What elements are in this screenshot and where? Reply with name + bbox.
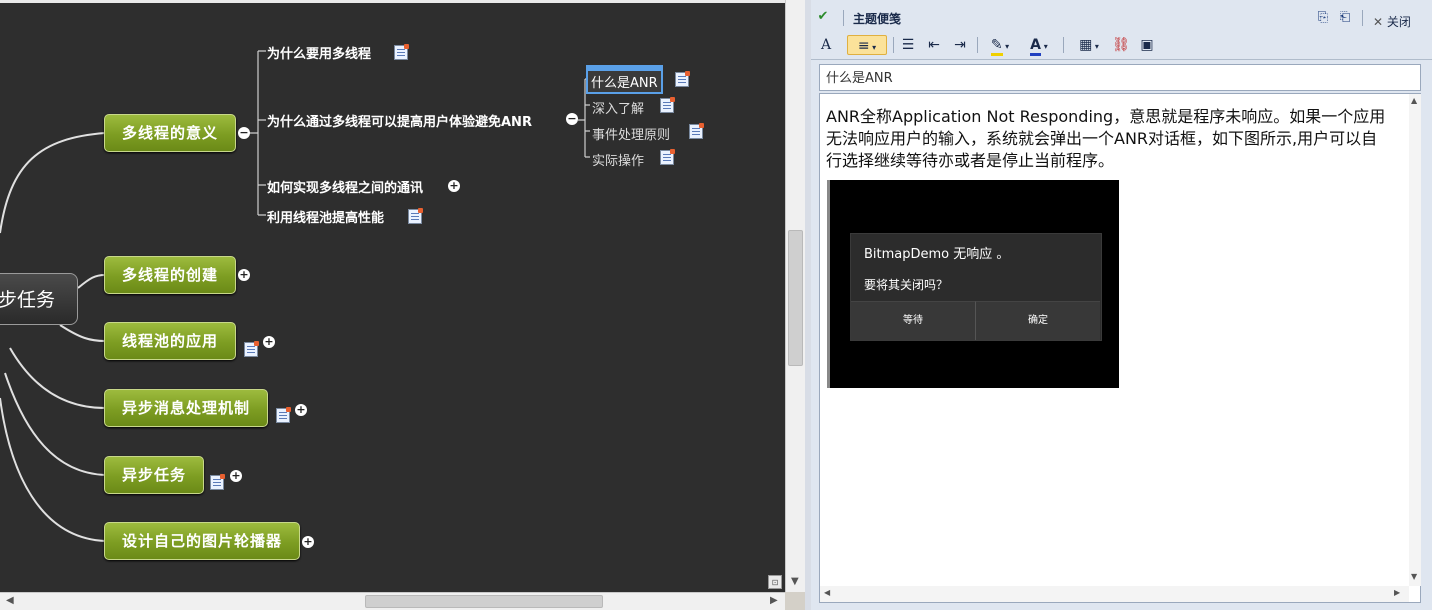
scroll-left-icon[interactable]: ◀: [6, 595, 14, 606]
expand-toggle[interactable]: +: [448, 180, 460, 192]
subtopic[interactable]: 实际操作: [592, 150, 644, 169]
table-icon[interactable]: ▦ ▾: [1074, 35, 1104, 55]
branch-label: 线程池的应用: [122, 332, 219, 350]
dialog-message: 要将其关闭吗？: [864, 278, 949, 292]
export-icon[interactable]: ⎘: [1315, 10, 1331, 26]
branch-node[interactable]: 异步消息处理机制: [104, 389, 269, 427]
branch-node[interactable]: 多线程的创建: [104, 256, 237, 294]
note-icon[interactable]: [408, 208, 423, 224]
scroll-down-icon[interactable]: ▼: [1411, 572, 1417, 581]
apply-icon[interactable]: ✔: [815, 9, 831, 25]
leaf-topic[interactable]: 为什么要用多线程: [267, 43, 371, 62]
close-icon: ✕: [1373, 15, 1387, 29]
connector-lines: [0, 50, 590, 542]
formatting-toolbar: A ≡ ▾ ☰ ⇤ ⇥ ✎ ▾ A ▾ ▦ ▾ ⛓ ▣: [811, 31, 1432, 60]
note-icon[interactable]: [244, 341, 259, 357]
expand-toggle[interactable]: +: [302, 536, 314, 548]
anr-dialog: BitmapDemo 无响应 。 要将其关闭吗？ 等待 确定: [850, 233, 1102, 341]
note-editor[interactable]: ANR全称Application Not Responding，意思就是程序未响…: [819, 93, 1421, 603]
branch-label: 异步任务: [122, 466, 187, 484]
subtopic[interactable]: 深入了解: [592, 98, 644, 117]
scroll-down-icon[interactable]: ▼: [791, 576, 799, 587]
branch-node[interactable]: 多线程的意义: [104, 114, 237, 152]
outdent-icon[interactable]: ⇤: [925, 35, 943, 55]
hyperlink-icon[interactable]: ⛓: [1111, 35, 1131, 55]
font-icon[interactable]: A: [818, 35, 834, 55]
highlight-icon[interactable]: ✎ ▾: [985, 35, 1015, 56]
leaf-topic[interactable]: 为什么通过多线程可以提高用户体验避免ANR: [267, 111, 532, 130]
expand-toggle[interactable]: +: [230, 470, 242, 482]
panel-title: 主题便笺: [853, 12, 902, 26]
panel-titlebar: ✔ 主题便笺 ⎘ ⎗ ✕ 关闭: [811, 5, 1432, 31]
branch-label: 异步消息处理机制: [122, 399, 251, 417]
align-left-button[interactable]: ≡ ▾: [847, 35, 887, 55]
subtopic[interactable]: 事件处理原则: [592, 124, 670, 143]
divider: [843, 10, 844, 26]
indent-icon[interactable]: ⇥: [951, 35, 969, 55]
scroll-right-icon[interactable]: ▶: [770, 595, 778, 606]
editor-vertical-scrollbar[interactable]: ▲ ▼: [1409, 94, 1421, 586]
divider: [893, 37, 894, 53]
scroll-up-icon[interactable]: ▲: [1411, 96, 1417, 105]
selected-subtopic[interactable]: 什么是ANR: [586, 65, 663, 94]
expand-toggle[interactable]: +: [263, 336, 275, 348]
canvas-vertical-scrollbar[interactable]: ▼: [785, 0, 805, 592]
divider: [1063, 37, 1064, 53]
divider: [1362, 10, 1363, 26]
divider: [977, 37, 978, 53]
ok-button: 确定: [976, 301, 1100, 340]
note-icon[interactable]: [675, 71, 690, 87]
zoom-corner-icon[interactable]: ⊡: [768, 575, 782, 589]
branch-node[interactable]: 设计自己的图片轮播器: [104, 522, 301, 560]
canvas-horizontal-scrollbar[interactable]: ◀ ▶: [0, 592, 785, 610]
note-subject[interactable]: 什么是ANR: [819, 64, 1421, 91]
root-topic[interactable]: 步任务: [0, 273, 78, 325]
scroll-right-icon[interactable]: ▶: [1394, 588, 1400, 597]
anr-dialog-image: BitmapDemo 无响应 。 要将其关闭吗？ 等待 确定: [827, 180, 1119, 388]
note-icon[interactable]: [689, 123, 704, 139]
notes-panel: ✔ 主题便笺 ⎘ ⎗ ✕ 关闭 A ≡ ▾ ☰ ⇤ ⇥ ✎ ▾ A ▾ ▦ ▾ …: [811, 0, 1432, 610]
close-label: 关闭: [1386, 15, 1411, 29]
branch-label: 多线程的创建: [122, 266, 219, 284]
note-icon[interactable]: [394, 44, 409, 60]
branch-node[interactable]: 线程池的应用: [104, 322, 237, 360]
bullet-list-icon[interactable]: ☰: [899, 35, 917, 55]
collapse-toggle[interactable]: −: [238, 127, 250, 139]
leaf-topic[interactable]: 利用线程池提高性能: [267, 207, 384, 226]
note-icon[interactable]: [660, 97, 675, 113]
leaf-topic[interactable]: 如何实现多线程之间的通讯: [267, 177, 423, 196]
note-icon[interactable]: [660, 149, 675, 165]
import-icon[interactable]: ⎗: [1337, 10, 1353, 26]
note-body-text[interactable]: ANR全称Application Not Responding，意思就是程序未响…: [826, 106, 1386, 172]
note-icon[interactable]: [276, 407, 291, 423]
branch-node[interactable]: 异步任务: [104, 456, 205, 494]
dialog-title: BitmapDemo 无响应 。: [864, 247, 1010, 262]
horizontal-scroll-thumb[interactable]: [365, 595, 603, 608]
collapse-toggle[interactable]: −: [566, 113, 578, 125]
scroll-left-icon[interactable]: ◀: [824, 588, 830, 597]
mindmap-canvas[interactable]: 步任务 多线程的意义 − 多线程的创建 + 线程池的应用 + 异步消息处理机制 …: [0, 0, 785, 592]
align-left-icon: ≡: [857, 38, 870, 54]
close-button[interactable]: ✕ 关闭: [1373, 13, 1411, 30]
insert-image-icon[interactable]: ▣: [1137, 35, 1157, 55]
expand-toggle[interactable]: +: [295, 404, 307, 416]
editor-horizontal-scrollbar[interactable]: ◀ ▶: [820, 586, 1409, 602]
branch-label: 多线程的意义: [122, 124, 219, 142]
note-icon[interactable]: [210, 474, 225, 490]
expand-toggle[interactable]: +: [238, 269, 250, 281]
branch-label: 设计自己的图片轮播器: [122, 532, 283, 550]
root-topic-label: 步任务: [0, 289, 55, 311]
font-color-icon[interactable]: A ▾: [1023, 35, 1055, 56]
vertical-scroll-thumb[interactable]: [788, 230, 803, 366]
wait-button: 等待: [851, 301, 976, 340]
